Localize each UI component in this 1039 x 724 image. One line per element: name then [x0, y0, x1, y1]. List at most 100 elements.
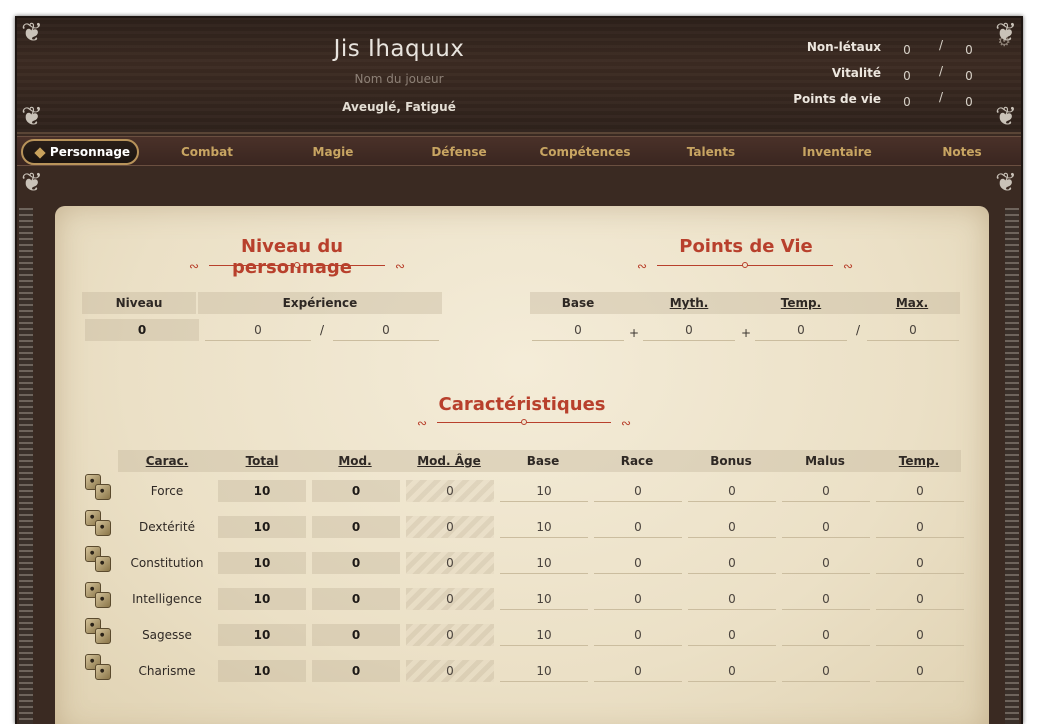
ability-race-input[interactable]: 0 — [594, 624, 682, 646]
vitality-row: Vitalité 0 / 0 — [757, 64, 987, 86]
ability-bonus-input[interactable]: 0 — [688, 660, 776, 682]
player-name-field[interactable]: Nom du joueur — [17, 72, 781, 86]
ability-temp-input[interactable]: 0 — [876, 552, 964, 574]
ability-base-input[interactable]: 10 — [500, 552, 588, 574]
tab-combat[interactable]: Combat — [157, 137, 257, 167]
tab-label: Personnage — [49, 145, 131, 159]
ability-temp-input[interactable]: 0 — [876, 480, 964, 502]
ability-base-input[interactable]: 10 — [500, 624, 588, 646]
level-value: 0 — [85, 319, 199, 341]
flourish-curl-icon: ∾ — [394, 259, 405, 273]
corner-ornament-icon: ❦ — [21, 102, 43, 132]
ability-header-text: Carac. — [145, 454, 189, 468]
corner-ornament-icon: ❦ — [995, 168, 1017, 198]
ability-bonus-input[interactable]: 0 — [688, 624, 776, 646]
conditions-text[interactable]: Aveuglé, Fatigué — [17, 100, 781, 114]
ability-bonus-input[interactable]: 0 — [688, 516, 776, 538]
corner-ornament-icon: ❦ — [995, 102, 1017, 132]
flourish-curl-icon: ∾ — [842, 259, 853, 273]
ability-modifier: 0 — [312, 624, 400, 646]
ability-malus-input[interactable]: 0 — [782, 624, 870, 646]
ability-race-input[interactable]: 0 — [594, 516, 682, 538]
tab-notes[interactable]: Notes — [912, 137, 1012, 167]
tab-personnage[interactable]: Personnage — [21, 139, 139, 181]
experience-header: Expérience — [198, 292, 442, 314]
ability-header-text: Bonus — [710, 454, 752, 468]
flourish-curl-icon: ∾ — [417, 416, 428, 430]
vitality-current[interactable]: 0 — [897, 69, 917, 83]
ability-header-8: Temp. — [874, 450, 964, 472]
dice-icon[interactable] — [83, 510, 115, 538]
tab-bar: Personnage Combat Magie Défense Compéten… — [17, 136, 1021, 181]
parchment-panel: Niveau du personnage ∾ ∾ Points de Vie ∾ ∾… — [55, 206, 989, 724]
hp-plus-1: + — [628, 326, 640, 340]
ability-bonus-input[interactable]: 0 — [688, 480, 776, 502]
ability-race-input[interactable]: 0 — [594, 480, 682, 502]
ability-base-input[interactable]: 10 — [500, 516, 588, 538]
ability-malus-input[interactable]: 0 — [782, 516, 870, 538]
hp-temp-header-text: Temp. — [780, 296, 822, 310]
ability-total: 10 — [218, 588, 306, 610]
ability-header-3: Mod. Âge — [404, 450, 494, 472]
ability-race-input[interactable]: 0 — [594, 660, 682, 682]
xp-separator: / — [319, 323, 325, 337]
ability-base-input[interactable]: 10 — [500, 660, 588, 682]
hp-base-input[interactable]: 0 — [532, 319, 624, 341]
ability-malus-input[interactable]: 0 — [782, 480, 870, 502]
dice-icon[interactable] — [83, 546, 115, 574]
ability-temp-input[interactable]: 0 — [876, 516, 964, 538]
ability-name: Force — [150, 484, 184, 498]
ability-modifier: 0 — [312, 660, 400, 682]
ability-age-modifier: 0 — [406, 660, 494, 682]
hp-myth-header: Myth. — [641, 292, 737, 314]
hp-myth-input[interactable]: 0 — [643, 319, 735, 341]
ability-header-4: Base — [498, 450, 588, 472]
corner-ornament-icon: ❦ — [995, 18, 1017, 48]
hit-points-current[interactable]: 0 — [897, 95, 917, 109]
ability-total: 10 — [218, 552, 306, 574]
hp-temp-input[interactable]: 0 — [755, 319, 847, 341]
ability-base-input[interactable]: 10 — [500, 480, 588, 502]
dice-icon[interactable] — [83, 618, 115, 646]
ability-total: 10 — [218, 660, 306, 682]
xp-next-input[interactable]: 0 — [333, 319, 439, 341]
nonlethal-current[interactable]: 0 — [897, 43, 917, 57]
ability-header-1: Total — [216, 450, 308, 472]
ability-header-text: Mod. Âge — [417, 454, 481, 468]
ability-header-0: Carac. — [118, 450, 216, 472]
ability-temp-input[interactable]: 0 — [876, 588, 964, 610]
ability-total: 10 — [218, 624, 306, 646]
ability-malus-input[interactable]: 0 — [782, 552, 870, 574]
ability-header-7: Malus — [780, 450, 870, 472]
tab-magie[interactable]: Magie — [283, 137, 383, 167]
ability-race-input[interactable]: 0 — [594, 588, 682, 610]
ability-malus-input[interactable]: 0 — [782, 588, 870, 610]
dice-icon[interactable] — [83, 654, 115, 682]
ability-temp-input[interactable]: 0 — [876, 660, 964, 682]
nonlethal-max[interactable]: 0 — [959, 43, 979, 57]
ability-header-2: Mod. — [310, 450, 400, 472]
vitality-separator: / — [938, 64, 944, 78]
ability-temp-input[interactable]: 0 — [876, 624, 964, 646]
ability-header-text: Malus — [805, 454, 845, 468]
tab-inventaire[interactable]: Inventaire — [787, 137, 887, 167]
ability-malus-input[interactable]: 0 — [782, 660, 870, 682]
hit-points-row: Points de vie 0 / 0 — [757, 90, 987, 112]
dice-icon[interactable] — [83, 474, 115, 502]
ability-base-input[interactable]: 10 — [500, 588, 588, 610]
character-name[interactable]: Jis Ihaquux — [17, 36, 781, 62]
tab-defense[interactable]: Défense — [409, 137, 509, 167]
vitality-max[interactable]: 0 — [959, 69, 979, 83]
tab-talents[interactable]: Talents — [661, 137, 761, 167]
level-header: Niveau — [82, 292, 196, 314]
ability-bonus-input[interactable]: 0 — [688, 552, 776, 574]
hit-points-max[interactable]: 0 — [959, 95, 979, 109]
tab-competences[interactable]: Compétences — [527, 137, 643, 167]
ability-race-input[interactable]: 0 — [594, 552, 682, 574]
ability-header-6: Bonus — [686, 450, 776, 472]
xp-current-input[interactable]: 0 — [205, 319, 311, 341]
ability-bonus-input[interactable]: 0 — [688, 588, 776, 610]
dice-icon[interactable] — [83, 582, 115, 610]
hp-max-value: 0 — [867, 319, 959, 341]
ability-total: 10 — [218, 516, 306, 538]
